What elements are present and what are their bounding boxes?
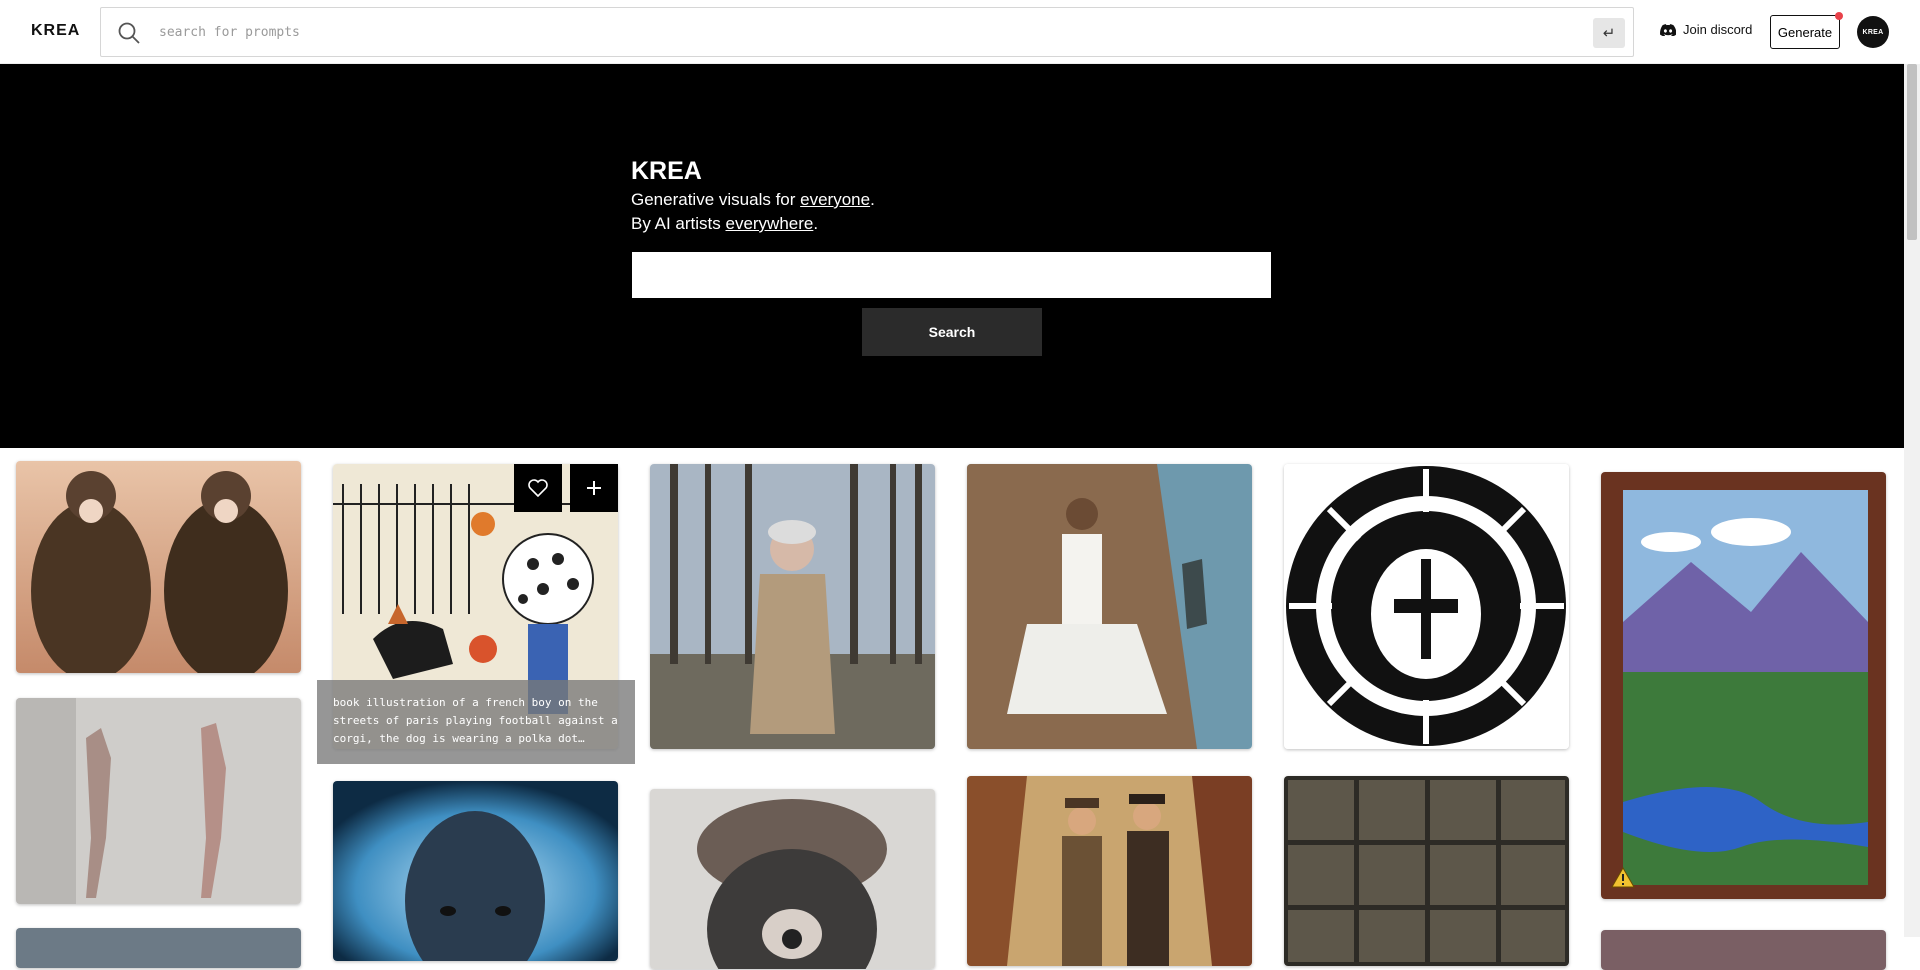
image-card-partial-col1[interactable] <box>16 928 301 968</box>
prompt-search-bar: ↵ <box>100 7 1634 57</box>
tagline-1-suffix: . <box>870 190 875 209</box>
tagline-2-suffix: . <box>813 214 819 233</box>
image-card-motorcycle-collage[interactable] <box>1284 776 1569 966</box>
warning-icon <box>1611 867 1635 888</box>
plus-icon <box>587 481 601 495</box>
notification-dot <box>1835 12 1843 20</box>
image-card-cowboys-canyon[interactable] <box>967 776 1252 966</box>
hero-tagline-2: By AI artists everywhere. <box>631 214 818 234</box>
enter-key-button[interactable]: ↵ <box>1593 18 1625 48</box>
generate-button[interactable]: Generate <box>1770 12 1843 49</box>
top-navigation-bar: KREA ↵ Join discord Generate KREA <box>0 0 1904 64</box>
image-card-soldier-girls[interactable] <box>16 461 301 673</box>
image-card-mountain-river-painting[interactable] <box>1601 472 1886 899</box>
generate-label: Generate <box>1777 24 1833 40</box>
discord-icon <box>1660 23 1676 36</box>
search-icon <box>118 22 140 44</box>
scrollbar-thumb[interactable] <box>1907 64 1917 240</box>
hero-banner: KREA Generative visuals for everyone. By… <box>0 64 1904 448</box>
like-button[interactable] <box>514 464 562 512</box>
heart-icon <box>528 479 548 497</box>
prompt-search-input[interactable] <box>159 20 1459 44</box>
hero-tagline-1: Generative visuals for everyone. <box>631 190 875 210</box>
user-avatar[interactable]: KREA <box>1857 16 1889 48</box>
image-card-woman-on-rock[interactable] <box>967 464 1252 749</box>
hero-search-button[interactable]: Search <box>862 308 1042 356</box>
everywhere-link[interactable]: everywhere <box>725 214 813 233</box>
image-card-partial-col6[interactable] <box>1601 930 1886 970</box>
image-card-tribal-helmet-mandala[interactable] <box>1284 464 1569 749</box>
image-card-bear-helmet[interactable] <box>650 789 935 969</box>
hero-title: KREA <box>631 157 702 185</box>
image-card-bald-man-halo[interactable] <box>333 781 618 961</box>
prompt-caption[interactable]: book illustration of a french boy on the… <box>317 680 635 764</box>
join-discord-link[interactable]: Join discord <box>1660 22 1752 37</box>
add-to-collection-button[interactable] <box>570 464 618 512</box>
page-scrollbar[interactable] <box>1904 64 1920 937</box>
image-card-pale-figures[interactable] <box>16 698 301 904</box>
join-discord-label: Join discord <box>1683 22 1753 37</box>
hero-search-input[interactable] <box>632 252 1271 298</box>
image-card-man-in-forest[interactable] <box>650 464 935 749</box>
krea-logo[interactable]: KREA <box>31 22 80 40</box>
everyone-link[interactable]: everyone <box>800 190 870 209</box>
tagline-1-prefix: Generative visuals for <box>631 190 801 209</box>
tagline-2-prefix: By AI artists <box>631 214 726 233</box>
